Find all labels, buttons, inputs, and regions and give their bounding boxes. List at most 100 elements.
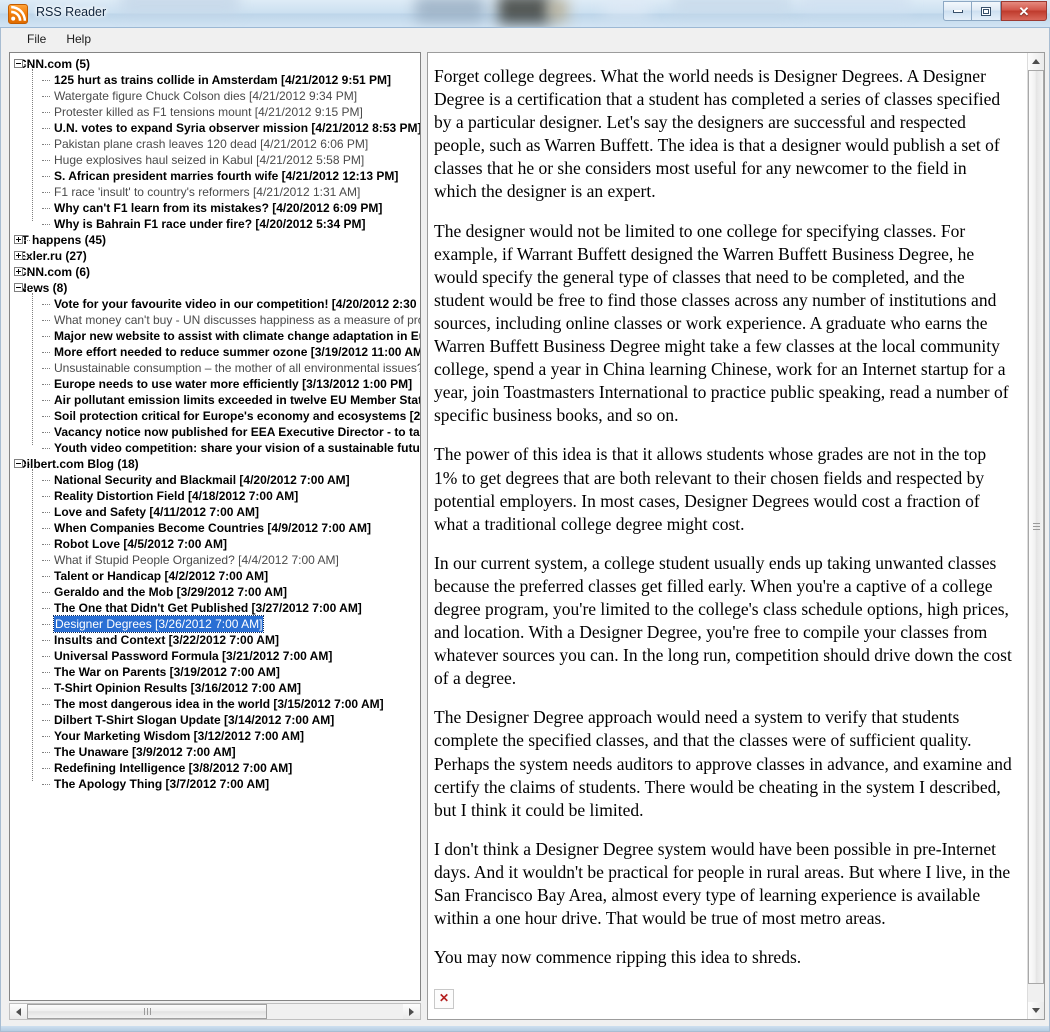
minimize-button[interactable] — [943, 1, 972, 21]
article-paragraph: I don't think a Designer Degree system w… — [434, 838, 1011, 929]
feed-item-label: Vote for your favourite video in our com… — [54, 297, 421, 311]
feed-item-row[interactable]: When Companies Become Countries [4/9/201… — [10, 520, 420, 536]
feed-item-label: The Apology Thing [3/7/2012 7:00 AM] — [54, 777, 270, 791]
feed-group-row[interactable]: Dilbert.com Blog (18) — [10, 456, 420, 472]
feed-item-label: U.N. votes to expand Syria observer miss… — [54, 121, 421, 135]
article-pane: Forget college degrees. What the world n… — [427, 52, 1045, 1021]
expand-icon[interactable] — [14, 267, 23, 276]
feed-item-row[interactable]: Why can't F1 learn from its mistakes? [4… — [10, 200, 420, 216]
feed-item-label: Europe needs to use water more efficient… — [54, 377, 413, 391]
restore-button[interactable] — [972, 1, 1001, 21]
feed-item-row[interactable]: Insults and Context [3/22/2012 7:00 AM] — [10, 632, 420, 648]
feed-item-row[interactable]: Vote for your favourite video in our com… — [10, 296, 421, 312]
tree-connector — [32, 293, 33, 445]
title-bar: RSS Reader ✕ — [0, 0, 1050, 28]
feed-item-row[interactable]: Europe needs to use water more efficient… — [10, 376, 420, 392]
feed-item-row[interactable]: What if Stupid People Organized? [4/4/20… — [10, 552, 420, 568]
feed-item-row[interactable]: Huge explosives haul seized in Kabul [4/… — [10, 152, 420, 168]
feed-item-label: Vacancy notice now published for EEA Exe… — [54, 425, 420, 439]
hscroll-track[interactable] — [27, 1004, 403, 1020]
feed-item-row[interactable]: Youth video competition: share your visi… — [10, 440, 420, 456]
collapse-icon[interactable] — [14, 459, 23, 468]
article-paragraph: In our current system, a college student… — [434, 552, 1012, 689]
feed-item-label: When Companies Become Countries [4/9/201… — [54, 521, 371, 535]
scroll-up-button[interactable] — [1028, 53, 1044, 70]
glass-reflection — [498, 0, 550, 24]
feed-item-row[interactable]: Pakistan plane crash leaves 120 dead [4/… — [10, 136, 420, 152]
feed-group-label: Dilbert.com Blog (18) — [18, 457, 139, 471]
feed-item-row[interactable]: 125 hurt as trains collide in Amsterdam … — [10, 72, 420, 88]
feed-item-row[interactable]: Unsustainable consumption – the mother o… — [10, 360, 421, 376]
tree-connector — [24, 240, 30, 241]
feed-item-label: The War on Parents [3/19/2012 7:00 AM] — [54, 665, 280, 679]
collapse-icon[interactable] — [14, 283, 23, 292]
feed-item-row[interactable]: What money can't buy - UN discusses happ… — [10, 312, 420, 328]
feed-group-row[interactable]: CNN.com (6) — [10, 264, 420, 280]
feed-group-row[interactable]: IT happens (45) — [10, 232, 420, 248]
feed-item-row[interactable]: T-Shirt Opinion Results [3/16/2012 7:00 … — [10, 680, 420, 696]
feed-group-row[interactable]: Exler.ru (27) — [10, 248, 420, 264]
feed-item-row[interactable]: Robot Love [4/5/2012 7:00 AM] — [10, 536, 420, 552]
feed-item-row[interactable]: More effort needed to reduce summer ozon… — [10, 344, 420, 360]
menu-item-file[interactable]: File — [17, 30, 56, 48]
scroll-down-button[interactable] — [1028, 1002, 1044, 1020]
feed-item-row[interactable]: Love and Safety [4/11/2012 7:00 AM] — [10, 504, 420, 520]
feed-item-label: The One that Didn't Get Published [3/27/… — [54, 601, 362, 615]
collapse-icon[interactable] — [14, 59, 23, 68]
scroll-left-button[interactable] — [10, 1004, 27, 1020]
feed-item-row[interactable]: The Apology Thing [3/7/2012 7:00 AM] — [10, 776, 420, 792]
feed-item-row[interactable]: Protester killed as F1 tensions mount [4… — [10, 104, 420, 120]
close-button[interactable]: ✕ — [1001, 1, 1047, 21]
feed-item-label: Huge explosives haul seized in Kabul [4/… — [54, 153, 365, 167]
feed-item-row[interactable]: Why is Bahrain F1 race under fire? [4/20… — [10, 216, 420, 232]
tree-horizontal-scrollbar[interactable] — [9, 1003, 421, 1021]
feed-item-row[interactable]: The War on Parents [3/19/2012 7:00 AM] — [10, 664, 420, 680]
feed-tree[interactable]: CNN.com (5) 125 hurt as trains collide in… — [9, 52, 421, 1002]
feed-item-row[interactable]: Universal Password Formula [3/21/2012 7:… — [10, 648, 420, 664]
feed-item-label: National Security and Blackmail [4/20/20… — [54, 473, 350, 487]
feed-item-row[interactable]: Reality Distortion Field [4/18/2012 7:00… — [10, 488, 420, 504]
hscroll-thumb[interactable] — [27, 1004, 267, 1020]
vscroll-thumb[interactable] — [1028, 70, 1044, 984]
tree-connector — [24, 272, 30, 273]
feed-item-row[interactable]: Dilbert T-Shirt Slogan Update [3/14/2012… — [10, 712, 420, 728]
expand-icon[interactable] — [14, 251, 23, 260]
feed-item-row[interactable]: The Unaware [3/9/2012 7:00 AM] — [10, 744, 420, 760]
grip-icon — [1032, 523, 1040, 531]
menu-item-help[interactable]: Help — [56, 30, 101, 48]
vscroll-track[interactable] — [1028, 70, 1044, 1003]
feed-item-row[interactable]: Major new website to assist with climate… — [10, 328, 420, 344]
feed-item-label: Unsustainable consumption – the mother o… — [54, 361, 421, 375]
feed-item-row[interactable]: Air pollutant emission limits exceeded i… — [10, 392, 420, 408]
feed-item-row[interactable]: F1 race 'insult' to country's reformers … — [10, 184, 420, 200]
feed-item-row[interactable]: Redefining Intelligence [3/8/2012 7:00 A… — [10, 760, 420, 776]
feed-item-row[interactable]: Vacancy notice now published for EEA Exe… — [10, 424, 420, 440]
feed-item-label: Universal Password Formula [3/21/2012 7:… — [54, 649, 333, 663]
feed-item-label: The Unaware [3/9/2012 7:00 AM] — [54, 745, 236, 759]
feed-item-label: Dilbert T-Shirt Slogan Update [3/14/2012… — [54, 713, 335, 727]
feed-item-row[interactable]: Your Marketing Wisdom [3/12/2012 7:00 AM… — [10, 728, 420, 744]
feed-group-row[interactable]: News (8) — [10, 280, 420, 296]
scroll-right-button[interactable] — [403, 1004, 420, 1020]
feed-group-row[interactable]: CNN.com (5) — [10, 56, 420, 72]
feed-item-row[interactable]: Designer Degrees [3/26/2012 7:00 AM] — [10, 615, 420, 633]
feed-item-row[interactable]: The most dangerous idea in the world [3/… — [10, 696, 420, 712]
grip-icon — [143, 1008, 151, 1016]
feed-item-row[interactable]: Talent or Handicap [4/2/2012 7:00 AM] — [10, 568, 420, 584]
feed-item-label: Talent or Handicap [4/2/2012 7:00 AM] — [54, 569, 269, 583]
feed-item-row[interactable]: Soil protection critical for Europe's ec… — [10, 408, 421, 424]
feed-item-row[interactable]: The One that Didn't Get Published [3/27/… — [10, 600, 420, 616]
feed-item-row[interactable]: National Security and Blackmail [4/20/20… — [10, 472, 420, 488]
feed-item-label: Your Marketing Wisdom [3/12/2012 7:00 AM… — [54, 729, 304, 743]
feed-item-row[interactable]: Watergate figure Chuck Colson dies [4/21… — [10, 88, 420, 104]
article-vertical-scrollbar[interactable] — [1027, 53, 1044, 1020]
close-icon: ✕ — [1018, 3, 1030, 19]
feed-item-row[interactable]: Geraldo and the Mob [3/29/2012 7:00 AM] — [10, 584, 420, 600]
restore-icon — [981, 6, 991, 16]
feed-item-label: Soil protection critical for Europe's ec… — [54, 409, 421, 423]
feed-item-row[interactable]: S. African president marries fourth wife… — [10, 168, 420, 184]
feed-item-label: S. African president marries fourth wife… — [54, 169, 399, 183]
rss-reader-window: RSS Reader ✕ File Help CNN.com (5) 125 h… — [0, 0, 1050, 1032]
expand-icon[interactable] — [14, 235, 23, 244]
feed-item-row[interactable]: U.N. votes to expand Syria observer miss… — [10, 120, 421, 136]
